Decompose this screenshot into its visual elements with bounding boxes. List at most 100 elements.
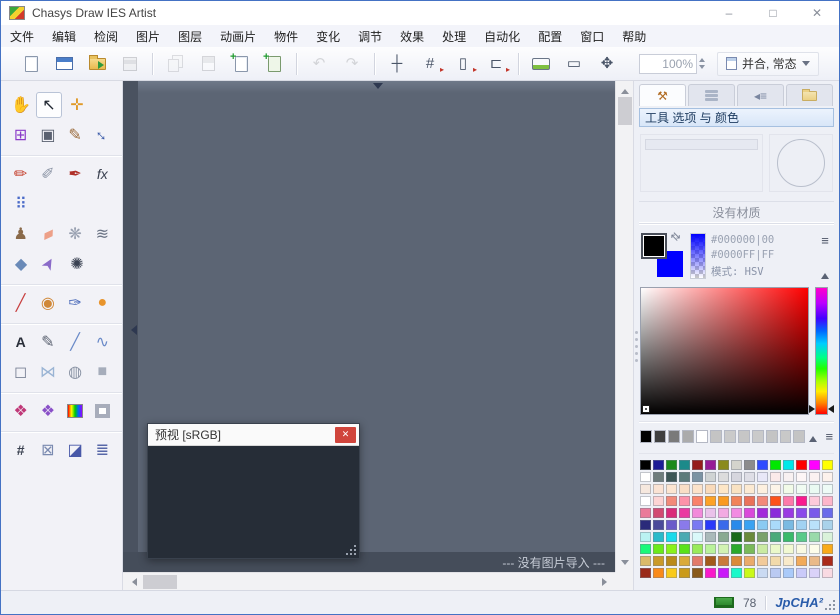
palette-swatch[interactable]	[718, 568, 729, 578]
tool-text[interactable]: A	[8, 329, 33, 355]
palette-swatch[interactable]	[822, 544, 833, 554]
palette-swatch[interactable]	[822, 568, 833, 578]
palette-swatch[interactable]	[822, 532, 833, 542]
grid-settings-button[interactable]: #▸	[419, 53, 441, 75]
palette-swatch[interactable]	[705, 508, 716, 518]
palette-swatch[interactable]	[809, 460, 820, 470]
palette-swatch[interactable]	[783, 568, 794, 578]
palette-swatch[interactable]	[783, 556, 794, 566]
palette-swatch[interactable]	[666, 496, 677, 506]
palette-swatch[interactable]	[679, 532, 690, 542]
palette-swatch[interactable]	[653, 496, 664, 506]
palette-swatch[interactable]	[705, 532, 716, 542]
tool-heal[interactable]: ▰	[35, 221, 60, 247]
palette-swatch[interactable]	[809, 568, 820, 578]
tool-airbrush[interactable]: ❋	[63, 221, 88, 247]
palette-swatch[interactable]	[770, 460, 781, 470]
palette-swatch[interactable]	[809, 496, 820, 506]
palette-swatch[interactable]	[640, 496, 651, 506]
menu-item-12[interactable]: 配置	[529, 25, 571, 48]
palette-swatch[interactable]	[692, 532, 703, 542]
palette-swatch[interactable]	[770, 520, 781, 530]
palette-swatch[interactable]	[809, 520, 820, 530]
tool-pen[interactable]: ✑	[63, 290, 88, 316]
palette-swatch[interactable]	[640, 508, 651, 518]
palette-swatch[interactable]	[822, 520, 833, 530]
recent-color-swatch[interactable]	[752, 430, 764, 443]
palette-swatch[interactable]	[640, 484, 651, 494]
recent-color-swatch[interactable]	[640, 430, 652, 443]
palette-swatch[interactable]	[653, 508, 664, 518]
palette-swatch[interactable]	[653, 460, 664, 470]
tool-pan[interactable]: ✋	[8, 92, 34, 118]
horizontal-scroll-thumb[interactable]	[143, 575, 177, 589]
tool-fill[interactable]: ❖	[8, 398, 33, 424]
palette-swatch[interactable]	[718, 520, 729, 530]
tool-scatter[interactable]: ≋	[90, 221, 115, 247]
palette-swatch[interactable]	[679, 460, 690, 470]
palette-swatch[interactable]	[783, 472, 794, 482]
palette-swatch[interactable]	[731, 520, 742, 530]
hue-marker-right-icon[interactable]	[824, 405, 834, 413]
recent-color-swatch[interactable]	[654, 430, 666, 443]
open-file-button[interactable]	[86, 53, 108, 75]
palette-swatch[interactable]	[731, 484, 742, 494]
preview-close-button[interactable]: ✕	[335, 427, 356, 443]
menu-item-13[interactable]: 窗口	[571, 25, 613, 48]
palette-swatch[interactable]	[692, 472, 703, 482]
tab-object-list[interactable]: ◂≡	[737, 84, 784, 106]
tool-knife[interactable]: ✎	[63, 122, 88, 148]
tool-gradient-fill[interactable]: ❖	[35, 398, 60, 424]
palette-swatch[interactable]	[718, 472, 729, 482]
spinner-down-icon[interactable]	[699, 65, 705, 72]
recent-color-swatch[interactable]	[710, 430, 722, 443]
recent-color-swatch[interactable]	[780, 430, 792, 443]
palette-swatch[interactable]	[679, 472, 690, 482]
scroll-right-button[interactable]	[597, 574, 615, 590]
palette-swatch[interactable]	[640, 568, 651, 578]
palette-swatch[interactable]	[783, 496, 794, 506]
palette-swatch[interactable]	[796, 472, 807, 482]
palette-swatch[interactable]	[757, 544, 768, 554]
palette-swatch[interactable]	[744, 544, 755, 554]
palette-swatch[interactable]	[653, 484, 664, 494]
palette-swatch[interactable]	[653, 544, 664, 554]
palette-swatch[interactable]	[796, 568, 807, 578]
tool-sphere[interactable]: ●	[90, 290, 115, 316]
palette-swatch[interactable]	[705, 520, 716, 530]
recent-color-swatch[interactable]	[766, 430, 778, 443]
palette-swatch[interactable]	[731, 544, 742, 554]
palette-swatch[interactable]	[757, 496, 768, 506]
palette-swatch[interactable]	[705, 496, 716, 506]
palette-swatch[interactable]	[705, 472, 716, 482]
tool-transform[interactable]: ↔	[90, 122, 115, 148]
tool-select-area[interactable]: ⊞	[8, 122, 33, 148]
palette-swatch[interactable]	[679, 556, 690, 566]
material-bar[interactable]: 没有材质	[639, 201, 834, 224]
collapse-up-icon[interactable]	[821, 269, 829, 279]
palette-swatch[interactable]	[653, 532, 664, 542]
menu-item-4[interactable]: 图层	[169, 25, 211, 48]
palette-swatch[interactable]	[692, 460, 703, 470]
tool-oil-brush[interactable]: ◉	[35, 290, 60, 316]
frame-select-button[interactable]: ▭	[563, 53, 585, 75]
palette-swatch[interactable]	[666, 556, 677, 566]
scroll-up-button[interactable]	[616, 81, 634, 97]
tool-shapes[interactable]: ◻	[8, 359, 33, 385]
tool-cube[interactable]: ■	[90, 359, 115, 385]
canvas-size-button[interactable]: ▯▸	[452, 53, 474, 75]
palette-swatch[interactable]	[796, 508, 807, 518]
tab-layers[interactable]	[688, 84, 735, 106]
palette-swatch[interactable]	[809, 508, 820, 518]
spinner-up-icon[interactable]	[699, 55, 705, 62]
palette-swatch[interactable]	[770, 568, 781, 578]
palette-swatch[interactable]	[731, 472, 742, 482]
palette-swatch[interactable]	[666, 568, 677, 578]
recent-color-swatch[interactable]	[696, 430, 708, 443]
palette-swatch[interactable]	[809, 472, 820, 482]
palette-swatch[interactable]	[757, 556, 768, 566]
palette-swatch[interactable]	[679, 544, 690, 554]
foreground-color-swatch[interactable]	[641, 233, 667, 259]
canvas-area[interactable]: --- 没有图片导入 --- 预视 [sRGB] ✕	[123, 81, 633, 590]
tool-deform[interactable]: ⠿	[8, 191, 34, 217]
